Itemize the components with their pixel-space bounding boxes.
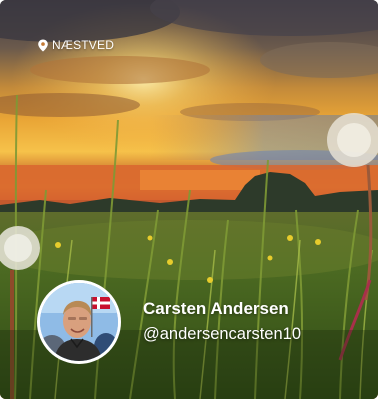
profile-handle[interactable]: @andersencarsten10 — [143, 323, 301, 345]
location-text: NÆSTVED — [52, 38, 115, 52]
profile-header: Carsten Andersen @andersencarsten10 — [37, 280, 301, 364]
location-label: NÆSTVED — [37, 38, 114, 52]
avatar[interactable] — [37, 280, 121, 364]
profile-name[interactable]: Carsten Andersen — [143, 298, 301, 320]
profile-names: Carsten Andersen @andersencarsten10 — [143, 298, 301, 345]
map-pin-icon — [38, 39, 48, 51]
avatar-photo — [40, 283, 118, 361]
profile-card[interactable]: NÆSTVED Carsten Andersen @andersencarste… — [0, 0, 378, 399]
